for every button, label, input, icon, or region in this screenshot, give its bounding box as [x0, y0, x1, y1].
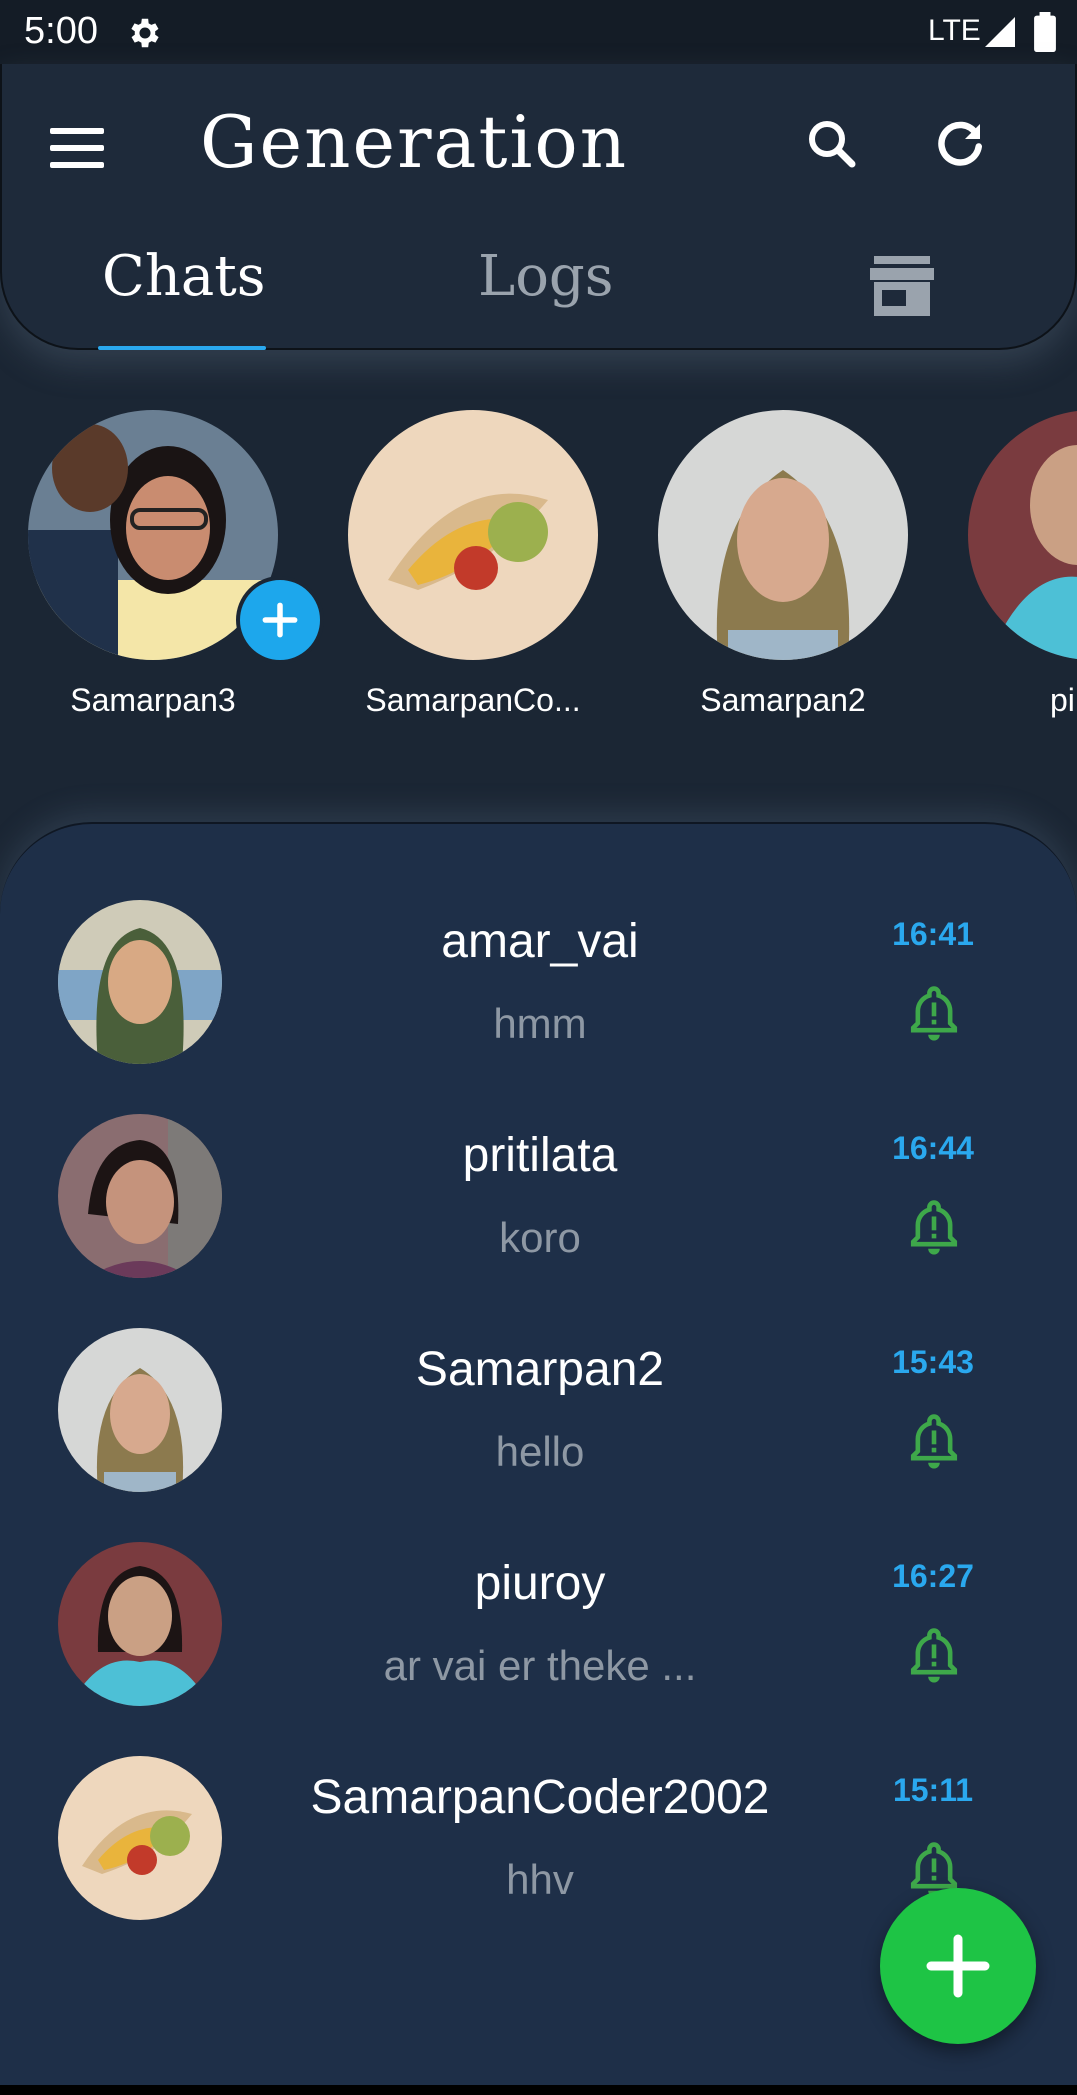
chat-name: pritilata — [462, 1129, 618, 1182]
story-item[interactable]: Samarpan3 — [28, 410, 324, 719]
story-item[interactable]: pi — [968, 410, 1077, 719]
app-bar: Generation Chats Logs — [0, 64, 1077, 350]
settings-icon — [131, 18, 159, 48]
chat-row[interactable]: amar_vai hmm 16:41 — [0, 824, 1077, 1064]
story-item[interactable]: SamarpanCo... — [348, 410, 598, 719]
chat-time: 16:27 — [892, 1558, 974, 1594]
plus-icon — [926, 1934, 990, 1998]
chat-row[interactable]: SamarpanCoder2002 hhv 15:11 — [0, 1680, 1077, 1920]
chat-row[interactable]: Samarpan2 hello 15:43 — [0, 1252, 1077, 1492]
add-story-button[interactable] — [236, 576, 324, 664]
story-label: Samarpan3 — [70, 682, 236, 718]
chat-time: 15:43 — [892, 1344, 974, 1380]
status-bar: 5:00 LTE — [0, 0, 1077, 64]
plus-icon — [262, 602, 298, 638]
story-label: SamarpanCo... — [365, 682, 581, 718]
chat-time: 16:44 — [892, 1130, 974, 1166]
chat-name: Samarpan2 — [415, 1343, 665, 1396]
tab-chats[interactable]: Chats — [102, 244, 266, 309]
chat-name: SamarpanCoder2002 — [310, 1771, 770, 1824]
active-tab-indicator — [98, 346, 266, 350]
signal-icon — [985, 17, 1015, 47]
app-title: Generation — [200, 100, 629, 184]
notification-bell-icon[interactable] — [906, 1198, 962, 1258]
new-chat-button[interactable] — [880, 1888, 1036, 2044]
chat-time: 15:11 — [892, 1772, 974, 1808]
story-avatar[interactable] — [968, 410, 1077, 660]
menu-icon[interactable] — [50, 128, 104, 168]
store-icon[interactable] — [870, 256, 934, 316]
chat-name: piuroy — [474, 1557, 606, 1610]
story-avatar[interactable] — [658, 410, 908, 660]
stories-row: Samarpan3 SamarpanCo... Samarpan2 pi — [0, 410, 1077, 740]
story-item[interactable]: Samarpan2 — [658, 410, 908, 719]
chat-time: 16:41 — [892, 916, 974, 952]
refresh-icon[interactable] — [930, 114, 990, 174]
story-avatar[interactable] — [348, 410, 598, 660]
story-label: pi — [1050, 682, 1075, 718]
battery-icon — [1034, 12, 1056, 52]
story-label: Samarpan2 — [700, 682, 866, 718]
chat-row[interactable]: piuroy ar vai er theke ... 16:27 — [0, 1466, 1077, 1706]
network-label: LTE — [928, 14, 981, 47]
status-time: 5:00 — [24, 10, 98, 52]
chat-name: amar_vai — [441, 915, 639, 968]
chat-last-message: hhv — [506, 1856, 574, 1903]
system-nav-bar — [0, 2085, 1077, 2095]
chat-row[interactable]: pritilata koro 16:44 — [0, 1038, 1077, 1278]
notification-bell-icon[interactable] — [906, 1626, 962, 1686]
search-icon[interactable] — [802, 114, 862, 174]
tab-logs[interactable]: Logs — [478, 244, 614, 309]
notification-bell-icon[interactable] — [906, 984, 962, 1044]
notification-bell-icon[interactable] — [906, 1412, 962, 1472]
chat-avatar[interactable] — [58, 1756, 222, 1920]
